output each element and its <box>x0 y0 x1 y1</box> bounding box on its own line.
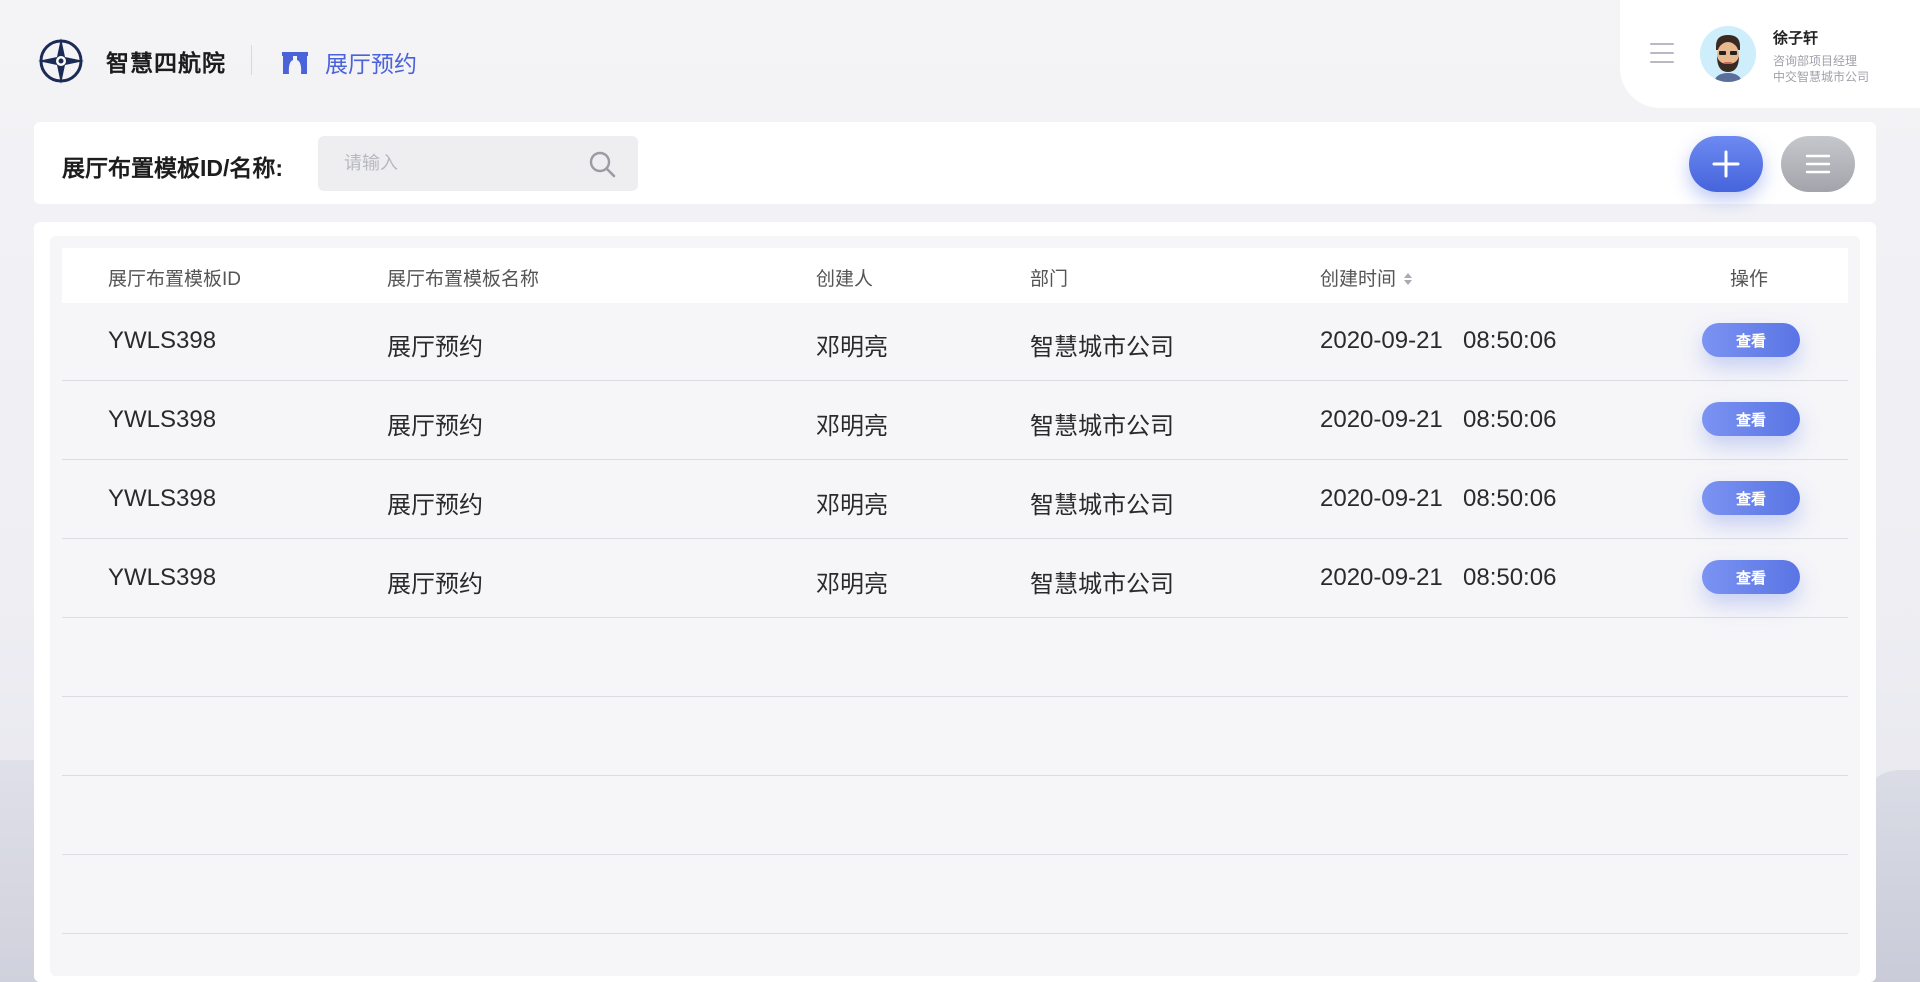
brand-name: 智慧四航院 <box>106 50 226 76</box>
avatar-face-icon <box>1700 26 1756 82</box>
user-org: 中交智慧城市公司 <box>1773 70 1870 84</box>
search-input[interactable] <box>318 136 578 191</box>
exhibition-hall-icon <box>282 52 308 74</box>
search-label: 展厅布置模板ID/名称: <box>62 155 284 181</box>
cell-dept: 智慧城市公司 <box>1030 492 1174 519</box>
view-button[interactable]: 查看 <box>1702 402 1800 436</box>
cell-name: 展厅预约 <box>387 492 483 519</box>
cell-date: 2020-09-21 <box>1320 564 1443 591</box>
cell-id: YWLS398 <box>108 327 217 354</box>
add-button[interactable] <box>1689 136 1763 192</box>
menu-icon[interactable] <box>1650 43 1674 65</box>
list-icon <box>1805 154 1831 174</box>
cell-id: YWLS398 <box>108 406 217 433</box>
user-role: 咨询部项目经理 <box>1773 54 1858 68</box>
header-divider <box>251 45 252 75</box>
view-button[interactable]: 查看 <box>1702 481 1800 515</box>
user-card: 徐子轩 咨询部项目经理 中交智慧城市公司 <box>1620 0 1920 108</box>
table-row: YWLS398 展厅预约 邓明亮 智慧城市公司 2020-09-21 08:50… <box>62 382 1848 460</box>
sort-icon[interactable] <box>1402 271 1414 287</box>
cell-date: 2020-09-21 <box>1320 406 1443 433</box>
table-row: YWLS398 展厅预约 邓明亮 智慧城市公司 2020-09-21 08:50… <box>62 303 1848 381</box>
cell-date: 2020-09-21 <box>1320 327 1443 354</box>
table-row: YWLS398 展厅预约 邓明亮 智慧城市公司 2020-09-21 08:50… <box>62 540 1848 618</box>
cell-name: 展厅预约 <box>387 413 483 440</box>
cell-id: YWLS398 <box>108 564 217 591</box>
cell-name: 展厅预约 <box>387 334 483 361</box>
empty-table-row <box>62 619 1848 697</box>
cell-creator: 邓明亮 <box>816 571 888 598</box>
table-header: 展厅布置模板ID 展厅布置模板名称 创建人 部门 创建时间 操作 <box>62 248 1848 303</box>
user-name: 徐子轩 <box>1773 30 1819 47</box>
empty-table-row <box>62 777 1848 855</box>
column-header-dept: 部门 <box>1030 269 1069 290</box>
cell-dept: 智慧城市公司 <box>1030 413 1174 440</box>
cell-name: 展厅预约 <box>387 571 483 598</box>
app-header: 智慧四航院 展厅预约 徐子轩 咨询部项目经理 中交智慧城市公司 <box>0 0 1920 120</box>
view-button[interactable]: 查看 <box>1702 560 1800 594</box>
cell-time: 08:50:06 <box>1463 406 1557 433</box>
column-header-action: 操作 <box>1730 269 1769 290</box>
column-header-time-label: 创建时间 <box>1320 269 1397 290</box>
table-row: YWLS398 展厅预约 邓明亮 智慧城市公司 2020-09-21 08:50… <box>62 461 1848 539</box>
empty-table-row <box>62 856 1848 934</box>
column-header-name: 展厅布置模板名称 <box>387 269 540 290</box>
column-header-creator: 创建人 <box>816 269 874 290</box>
column-header-time[interactable]: 创建时间 <box>1320 264 1414 291</box>
cell-creator: 邓明亮 <box>816 334 888 361</box>
cell-creator: 邓明亮 <box>816 413 888 440</box>
avatar[interactable] <box>1700 26 1756 82</box>
cell-date: 2020-09-21 <box>1320 485 1443 512</box>
list-menu-button[interactable] <box>1781 136 1855 192</box>
cell-dept: 智慧城市公司 <box>1030 334 1174 361</box>
cell-time: 08:50:06 <box>1463 564 1557 591</box>
view-button[interactable]: 查看 <box>1702 323 1800 357</box>
search-bar: 展厅布置模板ID/名称: <box>34 122 1876 204</box>
cell-dept: 智慧城市公司 <box>1030 571 1174 598</box>
table-panel: 展厅布置模板ID 展厅布置模板名称 创建人 部门 创建时间 操作 YWLS398… <box>34 222 1876 982</box>
page-title: 展厅预约 <box>325 51 417 77</box>
cell-creator: 邓明亮 <box>816 492 888 519</box>
search-icon[interactable] <box>588 150 616 178</box>
column-header-id: 展厅布置模板ID <box>108 269 242 290</box>
plus-icon <box>1712 150 1740 178</box>
search-field <box>318 136 638 191</box>
data-table: 展厅布置模板ID 展厅布置模板名称 创建人 部门 创建时间 操作 YWLS398… <box>50 236 1860 976</box>
empty-table-row <box>62 698 1848 776</box>
company-logo <box>38 38 84 84</box>
cell-time: 08:50:06 <box>1463 485 1557 512</box>
cell-time: 08:50:06 <box>1463 327 1557 354</box>
cell-id: YWLS398 <box>108 485 217 512</box>
